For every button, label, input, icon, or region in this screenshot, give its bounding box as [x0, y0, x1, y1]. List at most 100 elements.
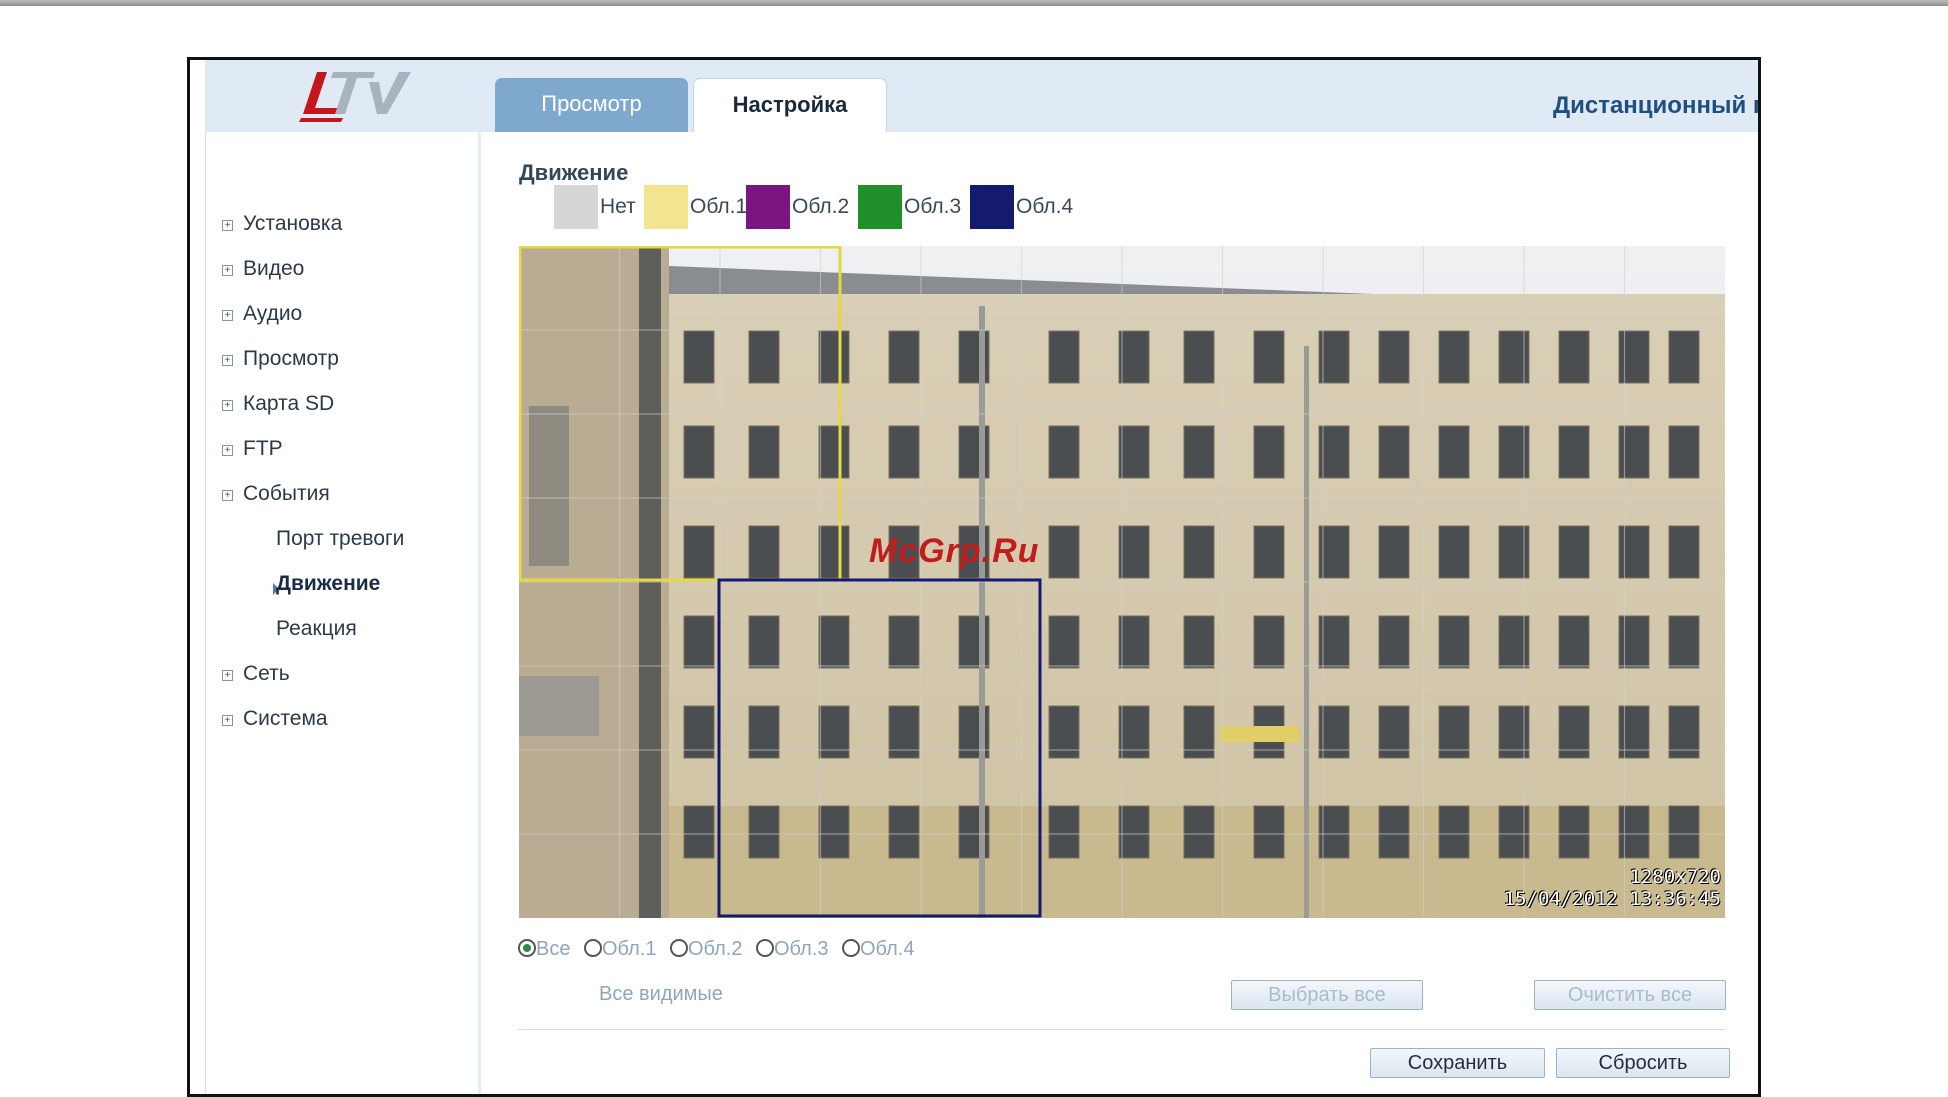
radio-label: Обл.3	[774, 938, 829, 960]
building-window	[1253, 425, 1285, 479]
legend-label-area4: Обл.4	[1016, 195, 1074, 218]
top-rule	[0, 0, 1948, 6]
building-window	[818, 425, 850, 479]
building-window	[1183, 330, 1215, 384]
section-title: Движение	[519, 160, 629, 185]
building-window	[1378, 425, 1410, 479]
sidebar-item-audio[interactable]: + Аудио	[222, 302, 302, 326]
expand-icon: +	[222, 400, 233, 411]
camera-preview[interactable]: McGrp.Ru 1280x720 15/04/2012 13:36:45	[519, 246, 1725, 918]
watermark-text: McGrp.Ru	[869, 532, 1040, 570]
sidebar-item-label: События	[243, 482, 330, 505]
building-window	[1558, 615, 1590, 669]
reset-button[interactable]: Сбросить	[1556, 1048, 1730, 1078]
sidebar-item-system[interactable]: + Система	[222, 707, 328, 731]
building-window	[1253, 805, 1285, 859]
building-window	[888, 805, 920, 859]
expand-icon: +	[222, 445, 233, 456]
building-window	[1048, 425, 1080, 479]
sidebar-item-setup[interactable]: + Установка	[222, 212, 342, 236]
camera-image	[519, 246, 1725, 918]
select-all-button[interactable]: Выбрать все	[1231, 980, 1423, 1010]
sidebar-item-events[interactable]: + События	[222, 482, 330, 506]
legend-label-area3: Обл.3	[904, 195, 962, 218]
expand-icon: +	[222, 355, 233, 366]
building-window	[748, 330, 780, 384]
resolution-overlay: 1280x720	[1629, 866, 1721, 888]
radio-icon	[756, 939, 774, 957]
building-window	[1558, 330, 1590, 384]
building-window	[1618, 425, 1650, 479]
sidebar-item-label: FTP	[243, 437, 283, 460]
sidebar-item-label: Аудио	[243, 302, 303, 325]
building-window	[1618, 330, 1650, 384]
building-window	[888, 615, 920, 669]
ltv-logo	[299, 72, 411, 122]
legend-label-area2: Обл.2	[792, 195, 850, 218]
radio-icon	[584, 939, 602, 957]
radio-area2[interactable]: Обл.2	[670, 938, 742, 961]
radio-area4[interactable]: Обл.4	[842, 938, 914, 961]
sidebar-item-motion[interactable]: Движение	[276, 572, 380, 596]
building-window	[1378, 805, 1410, 859]
building-window	[748, 425, 780, 479]
building-window	[683, 805, 715, 859]
sidebar-item-network[interactable]: + Сеть	[222, 662, 290, 686]
building-window	[1668, 330, 1700, 384]
sidebar-item-ftp[interactable]: + FTP	[222, 437, 283, 461]
legend-swatch-none[interactable]	[554, 185, 598, 229]
building-window	[1048, 525, 1080, 579]
building-window	[1183, 425, 1215, 479]
building-window	[1253, 330, 1285, 384]
radio-all[interactable]: Все	[518, 938, 570, 961]
timestamp-overlay: 15/04/2012 13:36:45	[1503, 888, 1721, 910]
save-button[interactable]: Сохранить	[1370, 1048, 1545, 1078]
sidebar-item-label: Карта SD	[243, 392, 335, 415]
building-window	[1618, 525, 1650, 579]
radio-icon	[670, 939, 688, 957]
building-window	[1668, 425, 1700, 479]
tab-settings[interactable]: Настройка	[693, 78, 887, 132]
legend-swatch-area2[interactable]	[746, 185, 790, 229]
page-header-title: Дистанционный пр	[1553, 92, 1761, 119]
building-window	[1668, 805, 1700, 859]
sidebar-item-view[interactable]: + Просмотр	[222, 347, 339, 371]
all-visible-label: Все видимые	[599, 983, 723, 1005]
building-window	[1438, 330, 1470, 384]
building-window	[888, 330, 920, 384]
building-window	[1048, 615, 1080, 669]
sidebar-item-reaction[interactable]: Реакция	[276, 617, 357, 641]
tab-view[interactable]: Просмотр	[495, 78, 688, 132]
building-window	[683, 330, 715, 384]
sidebar-item-label: Система	[243, 707, 328, 730]
building-window	[1048, 330, 1080, 384]
radio-area1[interactable]: Обл.1	[584, 938, 656, 961]
sidebar-item-label: Установка	[243, 212, 343, 235]
building-window	[683, 615, 715, 669]
radio-label: Обл.1	[602, 938, 657, 960]
sidebar-item-label: Сеть	[243, 662, 290, 685]
radio-checked-icon	[518, 939, 536, 957]
legend-swatch-area3[interactable]	[858, 185, 902, 229]
legend-swatch-area4[interactable]	[970, 185, 1014, 229]
sidebar-item-sd-card[interactable]: + Карта SD	[222, 392, 334, 416]
building-window	[1118, 425, 1150, 479]
building-window	[1618, 805, 1650, 859]
building-window	[1438, 805, 1470, 859]
legend-swatch-area1[interactable]	[644, 185, 688, 229]
building-window	[1048, 805, 1080, 859]
building-window	[818, 525, 850, 579]
radio-label: Обл.2	[688, 938, 743, 960]
building-window	[1118, 525, 1150, 579]
building-window	[888, 425, 920, 479]
building-window	[1118, 615, 1150, 669]
sidebar-item-video[interactable]: + Видео	[222, 257, 304, 281]
legend-label-none: Нет	[600, 195, 636, 218]
radio-area3[interactable]: Обл.3	[756, 938, 828, 961]
building-window	[1378, 525, 1410, 579]
sidebar-item-alarm-port[interactable]: Порт тревоги	[276, 527, 404, 551]
clear-all-button[interactable]: Очистить все	[1534, 980, 1726, 1010]
sidebar: + Установка + Видео + Аудио + Просмотр + Карт…	[205, 132, 481, 1094]
building-window	[1438, 615, 1470, 669]
building-window	[1618, 615, 1650, 669]
